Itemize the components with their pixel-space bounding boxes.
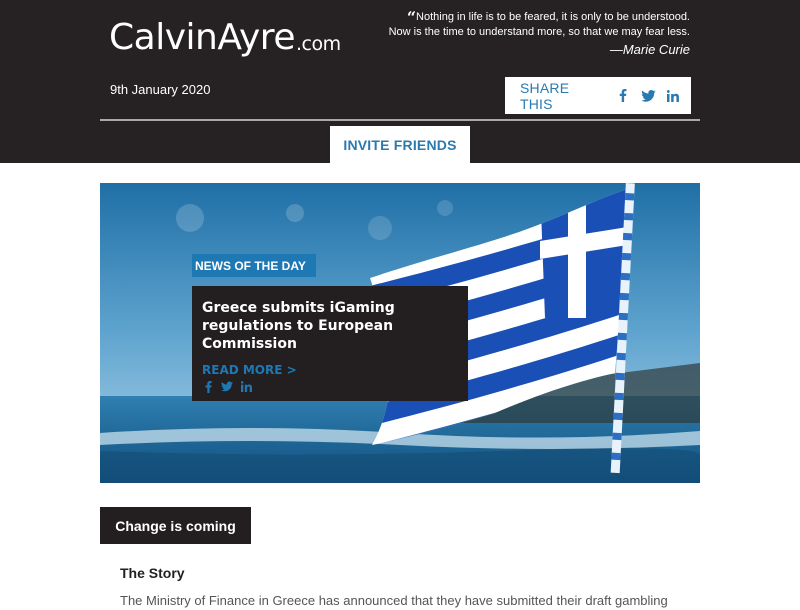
quote-line-2: Now is the time to understand more, so t… bbox=[388, 26, 690, 38]
header-quote: “Nothing in life is to be feared, it is … bbox=[330, 10, 690, 58]
story-paragraph: The Ministry of Finance in Greece has an… bbox=[120, 593, 668, 608]
twitter-icon[interactable] bbox=[640, 88, 656, 104]
read-more-link[interactable]: READ MORE > bbox=[202, 363, 297, 377]
news-headline[interactable]: Greece submits iGaming regulations to Eu… bbox=[202, 299, 452, 353]
facebook-icon[interactable] bbox=[202, 380, 214, 393]
issue-date: 9th January 2020 bbox=[110, 82, 211, 97]
quote-line-1: Nothing in life is to be feared, it is o… bbox=[416, 11, 690, 23]
linkedin-icon[interactable] bbox=[240, 380, 252, 393]
share-label: SHARE THIS bbox=[520, 79, 570, 112]
news-share-icons bbox=[202, 380, 259, 393]
email-header: CalvinAyre.com “Nothing in life is to be… bbox=[0, 0, 800, 163]
news-card: Greece submits iGaming regulations to Eu… bbox=[192, 286, 468, 401]
calvinayre-logo[interactable]: CalvinAyre.com bbox=[109, 16, 341, 60]
facebook-icon[interactable] bbox=[615, 88, 630, 104]
change-is-coming-button[interactable]: Change is coming bbox=[100, 507, 251, 544]
invite-friends-button[interactable]: INVITE FRIENDS bbox=[330, 126, 470, 163]
news-of-the-day-tag: NEWS OF THE DAY bbox=[192, 254, 316, 277]
share-box: SHARE THIS bbox=[505, 77, 691, 114]
twitter-icon[interactable] bbox=[221, 380, 233, 393]
story-heading: The Story bbox=[120, 565, 185, 581]
quote-author: —Marie Curie bbox=[609, 42, 690, 57]
logo-name: CalvinAyre bbox=[109, 17, 295, 58]
linkedin-icon[interactable] bbox=[666, 88, 681, 104]
header-divider bbox=[100, 119, 700, 121]
